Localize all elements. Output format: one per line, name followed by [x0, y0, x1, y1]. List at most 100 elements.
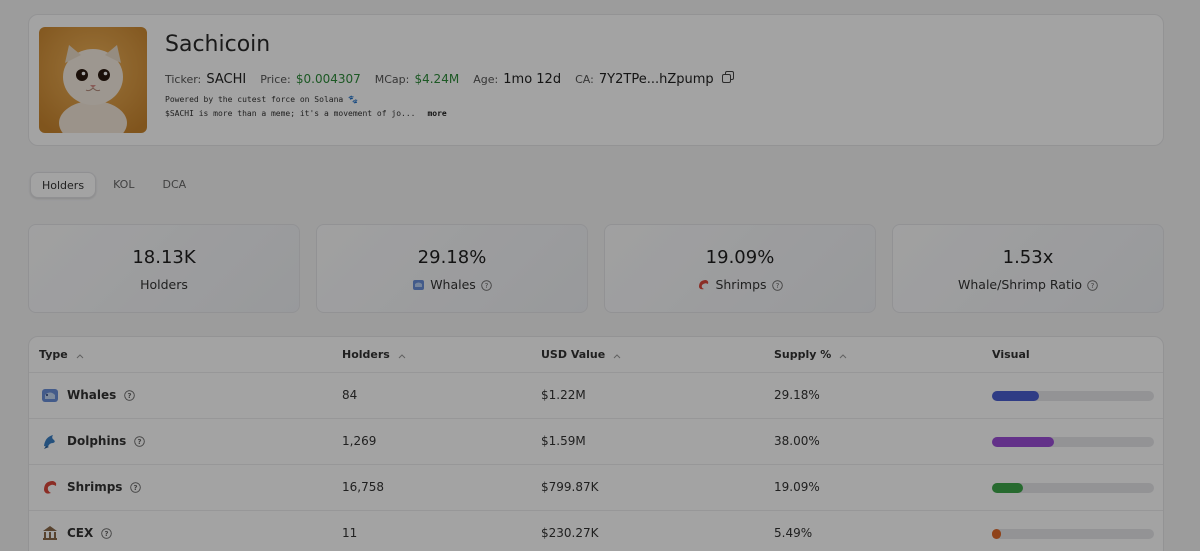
column-header-label: Visual — [992, 348, 1030, 361]
shrimp-icon — [41, 478, 59, 496]
usd-value-cell: $1.59M — [541, 434, 586, 448]
usd-value-cell: $1.22M — [541, 388, 586, 402]
type-cell: CEX ? — [41, 524, 113, 542]
svg-text:?: ? — [134, 484, 138, 492]
token-info-card: Sachicoin Ticker: SACHI Price: $0.004307… — [28, 14, 1164, 146]
contract-address[interactable]: 7Y2TPe...hZpump — [599, 72, 714, 87]
bank-icon — [41, 524, 59, 542]
supply-bar — [992, 529, 1154, 539]
tab-holders[interactable]: Holders — [30, 172, 97, 198]
type-cell: Shrimps ? — [41, 478, 142, 496]
help-icon[interactable]: ? — [134, 435, 146, 447]
column-header-visual: Visual — [992, 348, 1030, 361]
stat-label: Whale/Shrimp Ratio — [958, 277, 1082, 292]
column-header-label: USD Value — [541, 348, 606, 361]
stat-label: Shrimps — [715, 277, 767, 292]
description-text: $SACHI is more than a meme; it's a movem… — [165, 109, 416, 118]
stat-caption: Holders — [29, 277, 299, 292]
usd-value-cell: $230.27K — [541, 526, 599, 540]
type-label: Dolphins — [67, 434, 127, 448]
age-value: 1mo 12d — [503, 72, 562, 87]
table-row[interactable]: Whales ? 84 $1.22M 29.18% — [29, 373, 1163, 419]
supply-bar — [992, 483, 1154, 493]
price-value: $0.004307 — [295, 72, 361, 86]
supply-bar-fill — [992, 437, 1054, 447]
whale-icon — [41, 386, 59, 404]
stat-card-whales: 29.18% Whales ? — [316, 224, 588, 313]
type-label: Whales — [67, 388, 117, 402]
stat-card-ratio: 1.53x Whale/Shrimp Ratio ? — [892, 224, 1164, 313]
view-tabs: Holders KOL DCA — [30, 172, 197, 198]
copy-icon[interactable] — [721, 68, 734, 83]
ca-label: CA: — [575, 73, 594, 86]
holders-cell: 84 — [342, 388, 358, 402]
stat-label: Whales — [430, 277, 476, 292]
svg-text:?: ? — [775, 282, 779, 290]
ticker-label: Ticker: — [165, 73, 202, 86]
help-icon[interactable]: ? — [130, 481, 142, 493]
help-icon[interactable]: ? — [481, 279, 492, 291]
type-cell: Whales ? — [41, 386, 136, 404]
supply-cell: 19.09% — [774, 480, 820, 494]
ticker-value: SACHI — [206, 72, 247, 87]
supply-cell: 5.49% — [774, 526, 813, 540]
sort-icon[interactable] — [839, 351, 847, 359]
svg-text:?: ? — [484, 282, 488, 290]
svg-text:?: ? — [138, 438, 142, 446]
stat-value: 29.18% — [417, 247, 487, 268]
table-header: Type Holders USD Value Supply % Visual — [29, 337, 1163, 373]
help-icon[interactable]: ? — [124, 389, 136, 401]
stat-card-holders: 18.13K Holders — [28, 224, 300, 313]
type-label: Shrimps — [67, 480, 123, 494]
supply-cell: 29.18% — [774, 388, 820, 402]
help-icon[interactable]: ? — [101, 527, 113, 539]
column-header-type[interactable]: Type — [39, 348, 84, 361]
description-line-1: Powered by the cutest force on Solana 🐾 — [165, 95, 358, 104]
svg-text:?: ? — [1091, 282, 1095, 290]
sort-icon[interactable] — [76, 351, 84, 359]
token-avatar — [39, 27, 147, 133]
stat-value: 18.13K — [132, 247, 196, 268]
column-header-label: Supply % — [774, 348, 832, 361]
column-header-usd-value[interactable]: USD Value — [541, 348, 621, 361]
svg-text:?: ? — [105, 530, 109, 538]
help-icon[interactable]: ? — [771, 279, 783, 291]
table-row[interactable]: Dolphins ? 1,269 $1.59M 38.00% — [29, 419, 1163, 465]
dolphin-icon — [41, 432, 59, 450]
sort-icon[interactable] — [398, 351, 406, 359]
holder-distribution-table: Type Holders USD Value Supply % Visual W… — [28, 336, 1164, 551]
holders-cell: 11 — [342, 526, 358, 540]
stat-label: Holders — [140, 277, 188, 292]
table-row[interactable]: Shrimps ? 16,758 $799.87K 19.09% — [29, 465, 1163, 511]
holders-cell: 16,758 — [342, 480, 384, 494]
table-row[interactable]: CEX ? 11 $230.27K 5.49% — [29, 511, 1163, 551]
stat-value: 19.09% — [705, 247, 775, 268]
stat-value: 1.53x — [1002, 247, 1054, 268]
more-link[interactable]: more — [427, 109, 446, 118]
description-line-2: $SACHI is more than a meme; it's a movem… — [165, 109, 447, 118]
supply-cell: 38.00% — [774, 434, 820, 448]
type-cell: Dolphins ? — [41, 432, 146, 450]
supply-bar-fill — [992, 483, 1023, 493]
tab-kol[interactable]: KOL — [102, 172, 145, 198]
stat-caption: Whales ? — [317, 277, 587, 292]
tab-dca[interactable]: DCA — [151, 172, 197, 198]
holders-cell: 1,269 — [342, 434, 377, 448]
token-name: Sachicoin — [165, 32, 271, 57]
column-header-label: Type — [39, 348, 68, 361]
supply-bar-fill — [992, 529, 1001, 539]
column-header-label: Holders — [342, 348, 390, 361]
sort-icon[interactable] — [613, 351, 621, 359]
svg-text:?: ? — [128, 392, 132, 400]
column-header-supply[interactable]: Supply % — [774, 348, 847, 361]
whale-icon — [412, 278, 425, 291]
mcap-value: $4.24M — [414, 72, 460, 86]
help-icon[interactable]: ? — [1087, 279, 1098, 291]
column-header-holders[interactable]: Holders — [342, 348, 406, 361]
shrimp-icon — [697, 278, 710, 291]
supply-bar — [992, 391, 1154, 401]
supply-bar-fill — [992, 391, 1040, 401]
age-label: Age: — [473, 73, 499, 86]
stat-caption: Whale/Shrimp Ratio ? — [893, 277, 1163, 292]
token-meta-row: Ticker: SACHI Price: $0.004307 MCap: $4.… — [165, 68, 734, 87]
